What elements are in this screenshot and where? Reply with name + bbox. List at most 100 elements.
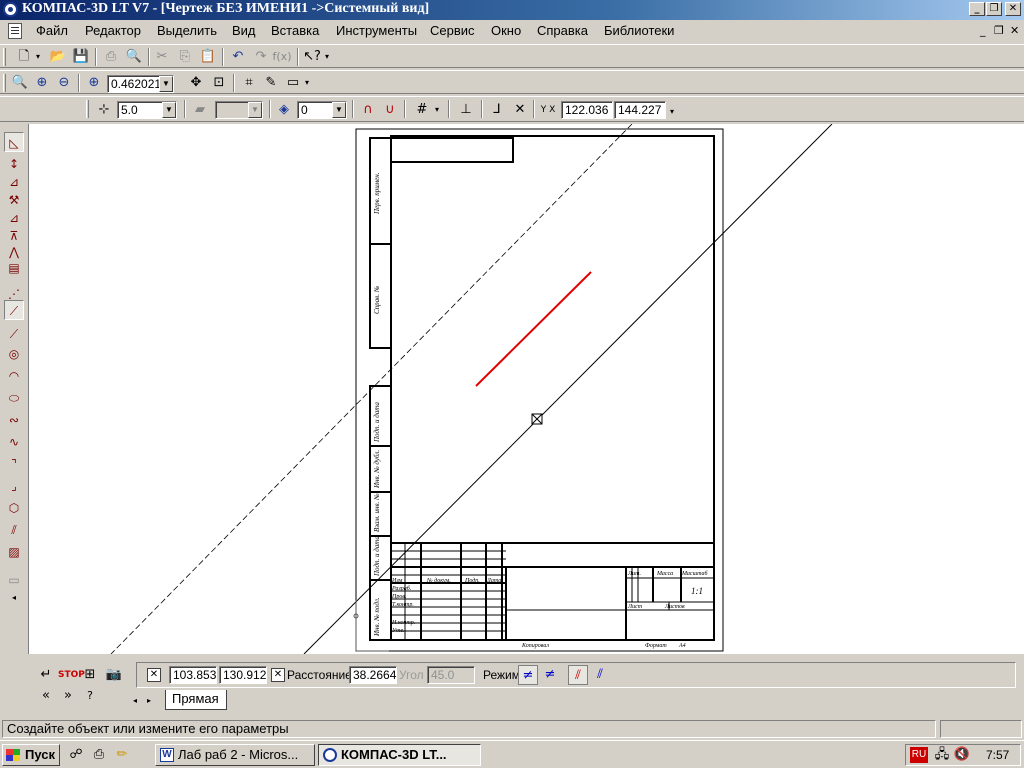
clock[interactable]: 7:57 (986, 748, 1009, 762)
red-segment[interactable] (475, 271, 592, 387)
help-icon[interactable]: ? (80, 686, 100, 706)
scroll-down-arrow-icon[interactable]: ◂ (4, 588, 24, 608)
tab-prev-arrow-icon[interactable]: ◂ (129, 691, 141, 711)
help-dropdown-arrow-icon[interactable]: ▾ (322, 47, 332, 67)
context-help-icon[interactable]: ↖? (302, 47, 322, 67)
chamfer-icon[interactable]: ⌝ (4, 454, 24, 474)
create-object-icon[interactable]: ↵ (36, 665, 56, 685)
mdi-minimize-button[interactable]: _ (980, 24, 986, 37)
line-type-parallel-icon[interactable]: ⫽ (590, 665, 610, 685)
tray-volume-icon[interactable]: 🔇 (952, 745, 972, 765)
symbols-panel-icon[interactable]: ⊿ (4, 172, 24, 192)
menu-window[interactable]: Окно (491, 23, 521, 38)
start-button[interactable]: Пуск (2, 744, 60, 766)
line-type-aux-icon[interactable]: ⫽ (568, 665, 588, 685)
style-combobox[interactable]: ▼ (215, 101, 263, 119)
dimensions-panel-icon[interactable]: ↕ (4, 154, 24, 174)
menu-editor[interactable]: Редактор (85, 23, 141, 38)
close-button[interactable]: ✕ (1005, 2, 1021, 16)
cut-icon[interactable]: ✂ (152, 47, 172, 67)
geometry-panel-icon[interactable]: ◺ (4, 132, 24, 152)
display-dropdown-arrow-icon[interactable]: ▾ (302, 73, 312, 93)
chevron-down-icon[interactable]: ▼ (162, 102, 176, 118)
chevron-down-icon[interactable]: ▼ (332, 102, 346, 118)
tray-network-icon[interactable]: 🖧 (932, 745, 952, 765)
previous-object-icon[interactable]: « (36, 686, 56, 706)
phantom-auxiliary-line[interactable] (110, 124, 633, 654)
hatch-icon[interactable]: ▨ (4, 542, 24, 562)
menu-insert[interactable]: Вставка (271, 23, 319, 38)
quicklaunch-network-icon[interactable]: ⎙ (89, 745, 109, 765)
zoom-in-icon[interactable]: ⊕ (32, 73, 52, 93)
point-lock-checkbox[interactable]: ✕ (147, 668, 161, 682)
menu-select[interactable]: Выделить (157, 23, 217, 38)
extra-tools-icon[interactable]: ▭ (4, 570, 24, 590)
edit-panel-icon[interactable]: ⚒ (4, 190, 24, 210)
local-cs-icon[interactable]: ⊥ (456, 100, 476, 120)
menu-file[interactable]: Файл (36, 23, 68, 38)
toolbar-grip[interactable] (3, 74, 6, 92)
spec-panel-icon[interactable]: ▤ (4, 258, 24, 278)
zoom-window-icon[interactable]: 🔍 (10, 73, 30, 93)
layer-combobox[interactable]: 0 ▼ (297, 101, 347, 119)
angle-field[interactable]: 45.0 (427, 666, 475, 684)
auxiliary-line[interactable] (303, 124, 833, 654)
auxiliary-line-icon[interactable]: ⟋ (4, 300, 24, 320)
ellipse-icon[interactable]: ⬭ (4, 388, 24, 408)
ortho-mode-icon[interactable]: ⅃ (487, 100, 507, 120)
grid-dropdown-arrow-icon[interactable]: ▾ (432, 100, 442, 120)
fillet-icon[interactable]: ⌟ (4, 476, 24, 496)
grid-icon[interactable]: # (412, 100, 432, 120)
copy-icon[interactable]: ⎘ (175, 47, 195, 67)
regenerate-icon[interactable]: ✎ (261, 73, 281, 93)
print-icon[interactable]: ⎙ (101, 47, 121, 67)
stop-icon[interactable]: STOP (58, 665, 85, 685)
mode-construct-icon[interactable]: ≠ (518, 665, 538, 685)
chevron-down-icon[interactable]: ▼ (159, 76, 173, 92)
parametrize-panel-icon[interactable]: ⊿ (4, 208, 24, 228)
quicklaunch-explorer-icon[interactable]: ☍ (66, 745, 86, 765)
next-object-icon[interactable]: » (58, 686, 78, 706)
restore-button[interactable]: ❐ (986, 2, 1002, 16)
round-off-icon[interactable]: ✕ (510, 100, 530, 120)
cursor-y-field[interactable]: 144.227 (614, 101, 666, 119)
pan-icon[interactable]: ✥ (186, 73, 206, 93)
minimize-button[interactable]: _ (969, 2, 985, 16)
menu-view[interactable]: Вид (232, 23, 256, 38)
refresh-icon[interactable]: ⌗ (239, 73, 259, 93)
show-all-icon[interactable]: ⊡ (209, 73, 229, 93)
arc-icon[interactable]: ◠ (4, 366, 24, 386)
zoom-out-icon[interactable]: ⊖ (54, 73, 74, 93)
zoom-scale-icon[interactable]: ⊕ (84, 73, 104, 93)
auto-create-icon[interactable]: ⊞ (80, 665, 100, 685)
menu-help[interactable]: Справка (537, 23, 588, 38)
toolbar-more-arrow-icon[interactable]: ▾ (667, 102, 677, 122)
distance-lock-checkbox[interactable]: ✕ (271, 668, 285, 682)
menu-service[interactable]: Сервис (430, 23, 475, 38)
toolbar-grip[interactable] (3, 48, 6, 66)
chevron-down-icon[interactable]: ▼ (248, 102, 262, 118)
drawing-canvas[interactable]: Перв. примен. Справ. № Подп. и дата Инв.… (28, 124, 1024, 654)
undo-icon[interactable]: ↶ (228, 47, 248, 67)
cursor-x-field[interactable]: 122.036 (561, 101, 613, 119)
distance-field[interactable]: 38.2664 (349, 666, 397, 684)
polygon-icon[interactable]: ⬡ (4, 498, 24, 518)
local-snap-icon[interactable]: ∪ (380, 100, 400, 120)
paste-icon[interactable]: 📋 (198, 47, 218, 67)
document-icon[interactable] (8, 23, 22, 39)
task-word[interactable]: W Лаб раб 2 - Micros... (155, 744, 315, 766)
quicklaunch-pencil-icon[interactable]: ✏ (112, 745, 132, 765)
layers-icon[interactable]: ◈ (274, 100, 294, 120)
new-file-icon[interactable]: 🗋 (14, 47, 34, 67)
line-style-icon[interactable]: ▰ (190, 100, 210, 120)
point-x-field[interactable]: 103.853 (169, 666, 217, 684)
task-kompas[interactable]: КОМПАС-3D LT... (318, 744, 481, 766)
print-preview-icon[interactable]: 🔍 (124, 47, 144, 67)
display-mode-icon[interactable]: ▭ (283, 73, 303, 93)
step-combobox[interactable]: 5.0 ▼ (117, 101, 177, 119)
remember-state-icon[interactable]: 📷 (104, 665, 124, 685)
tab-line[interactable]: Прямая (165, 690, 227, 710)
polyline-icon[interactable]: ∿ (4, 432, 24, 452)
open-folder-icon[interactable]: 📂 (48, 47, 68, 67)
tab-next-arrow-icon[interactable]: ▸ (143, 691, 155, 711)
